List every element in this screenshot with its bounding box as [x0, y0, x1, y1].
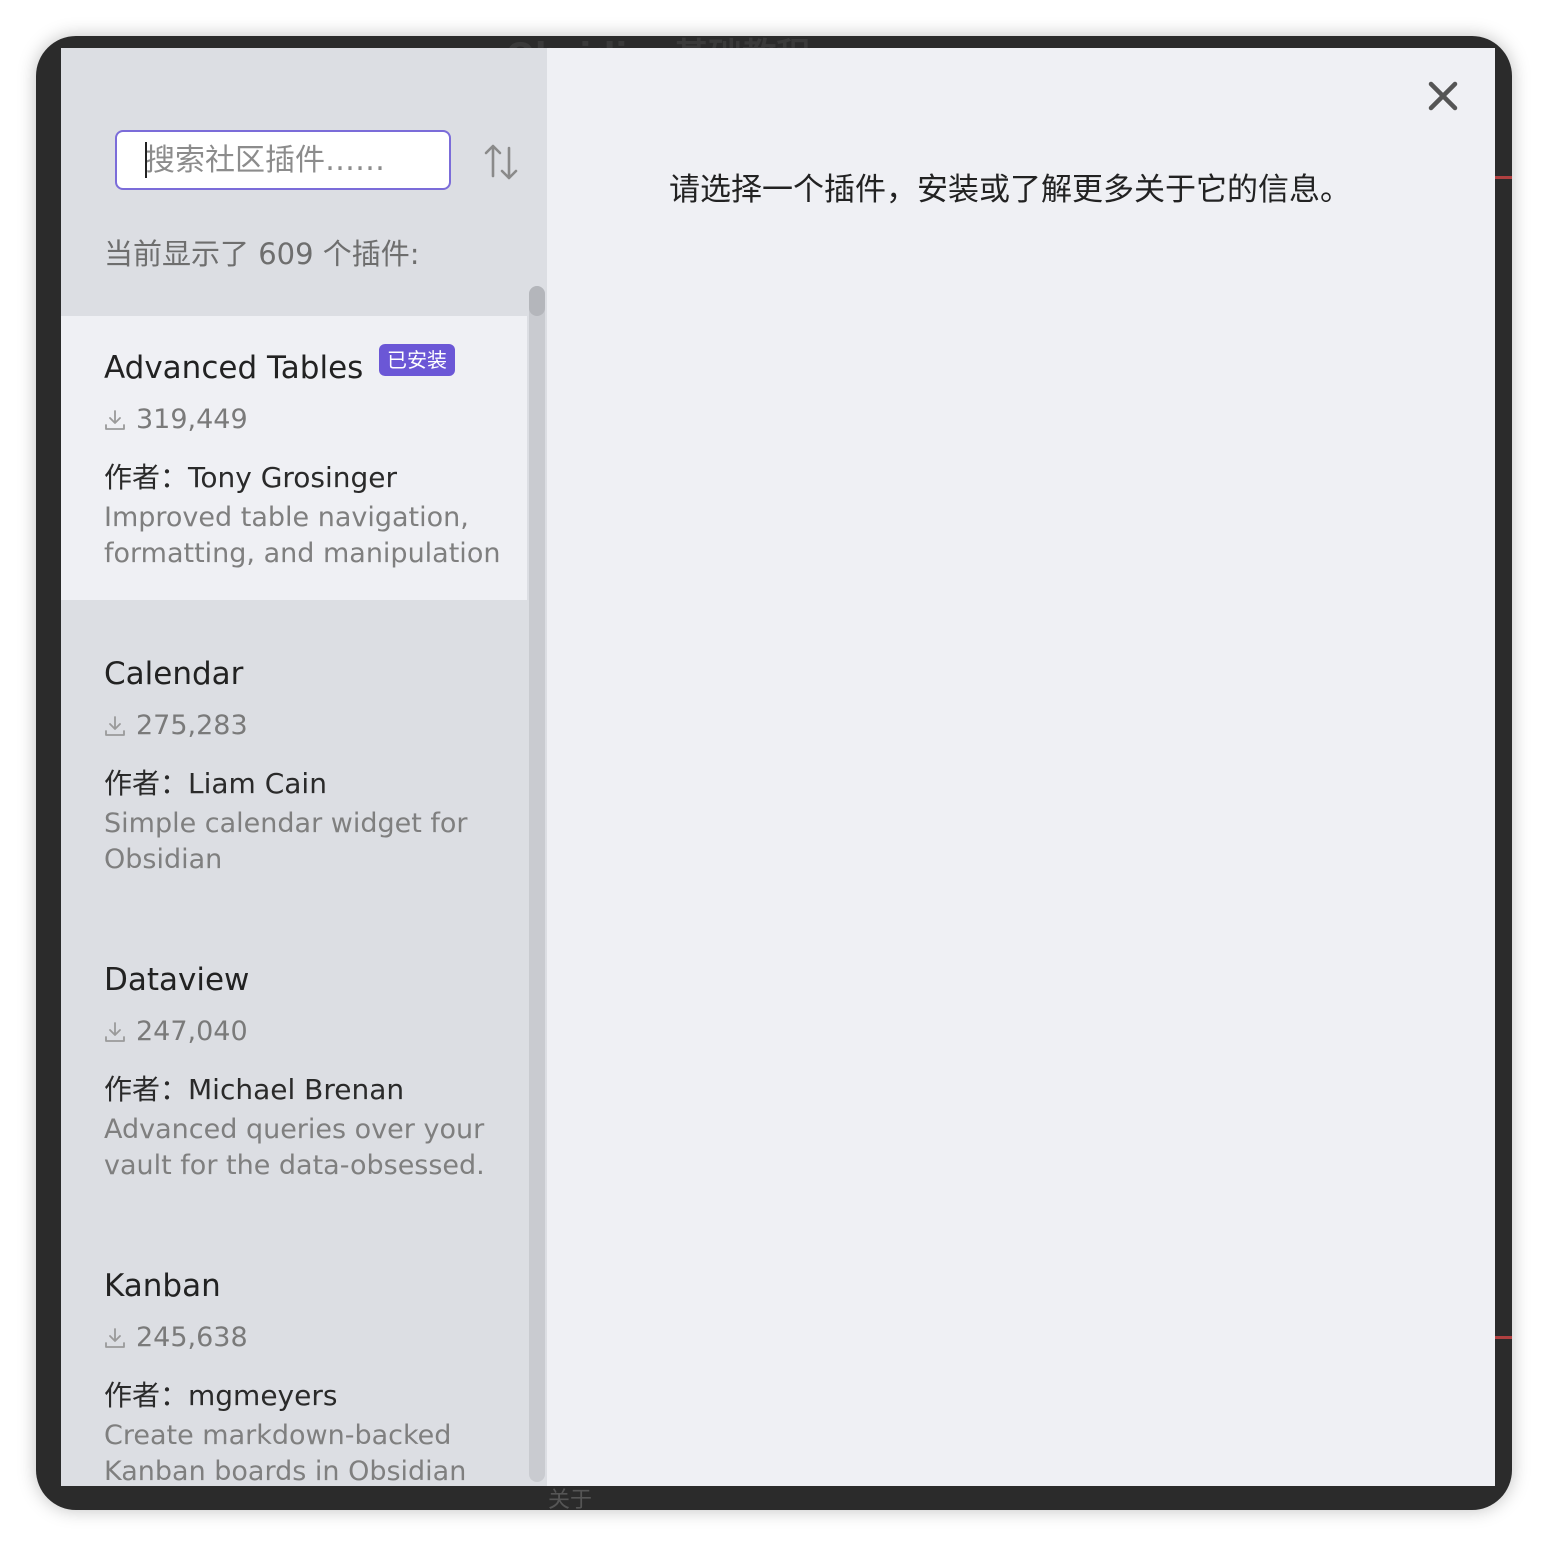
plugin-count-text: 当前显示了 609 个插件: — [104, 237, 420, 271]
background-bottom-label: 关于 — [548, 1488, 593, 1510]
plugin-name: Advanced Tables — [104, 350, 364, 386]
download-icon — [105, 715, 125, 736]
plugin-description: Advanced queries over your vault for the… — [104, 1114, 485, 1181]
plugin-description: Simple calendar widget for Obsidian — [104, 808, 468, 875]
plugin-item-advanced-tables[interactable]: Advanced Tables 已安装 319,449 作者：Tony Gros… — [61, 316, 527, 600]
installed-badge: 已安装 — [379, 344, 455, 376]
download-icon — [105, 1327, 125, 1348]
plugin-list: Advanced Tables 已安装 319,449 作者：Tony Gros… — [61, 316, 527, 1486]
download-count: 319,449 — [136, 404, 248, 435]
plugin-downloads: 319,449 — [104, 404, 248, 435]
background-decoration — [1494, 1336, 1512, 1339]
plugin-downloads: 275,283 — [104, 710, 248, 741]
sort-button[interactable] — [479, 140, 523, 184]
detail-placeholder-text: 请选择一个插件，安装或了解更多关于它的信息。 — [669, 172, 1351, 208]
close-icon — [1428, 81, 1458, 111]
community-plugins-modal: 当前显示了 609 个插件: Advanced Tables 已安装 319,4… — [61, 48, 1495, 1486]
plugin-description: Create markdown-backed Kanban boards in … — [104, 1420, 467, 1486]
plugin-item-calendar[interactable]: Calendar 275,283 作者：Liam Cain Simple cal… — [61, 622, 527, 906]
plugin-author: 作者：Michael Brenan — [104, 1073, 405, 1106]
download-icon — [105, 409, 125, 430]
download-icon — [105, 1021, 125, 1042]
plugin-author: 作者：Tony Grosinger — [104, 461, 398, 494]
app-window: Obsidian基础教程 关于 当前显示了 609 个插件: Advanced … — [36, 36, 1512, 1510]
close-button[interactable] — [1423, 76, 1463, 116]
download-count: 247,040 — [136, 1016, 248, 1047]
plugin-item-dataview[interactable]: Dataview 247,040 作者：Michael Brenan Advan… — [61, 928, 527, 1212]
list-scrollbar[interactable] — [529, 286, 545, 1482]
download-count: 245,638 — [136, 1322, 248, 1353]
plugin-downloads: 245,638 — [104, 1322, 248, 1353]
list-scrollbar-handle[interactable] — [529, 286, 545, 316]
background-decoration — [1494, 176, 1512, 179]
plugin-description: Improved table navigation, formatting, a… — [104, 502, 501, 569]
download-count: 275,283 — [136, 710, 248, 741]
plugin-name: Calendar — [104, 656, 244, 692]
sort-arrows-icon — [484, 144, 518, 180]
plugin-name: Kanban — [104, 1268, 221, 1304]
plugin-downloads: 247,040 — [104, 1016, 248, 1047]
search-input[interactable] — [115, 130, 451, 190]
plugin-item-kanban[interactable]: Kanban 245,638 作者：mgmeyers Create markdo… — [61, 1234, 527, 1486]
plugin-name: Dataview — [104, 962, 250, 998]
plugin-list-sidebar: 当前显示了 609 个插件: Advanced Tables 已安装 319,4… — [61, 48, 547, 1486]
plugin-author: 作者：Liam Cain — [104, 767, 327, 800]
plugin-author: 作者：mgmeyers — [104, 1379, 338, 1412]
text-caret — [145, 142, 147, 178]
